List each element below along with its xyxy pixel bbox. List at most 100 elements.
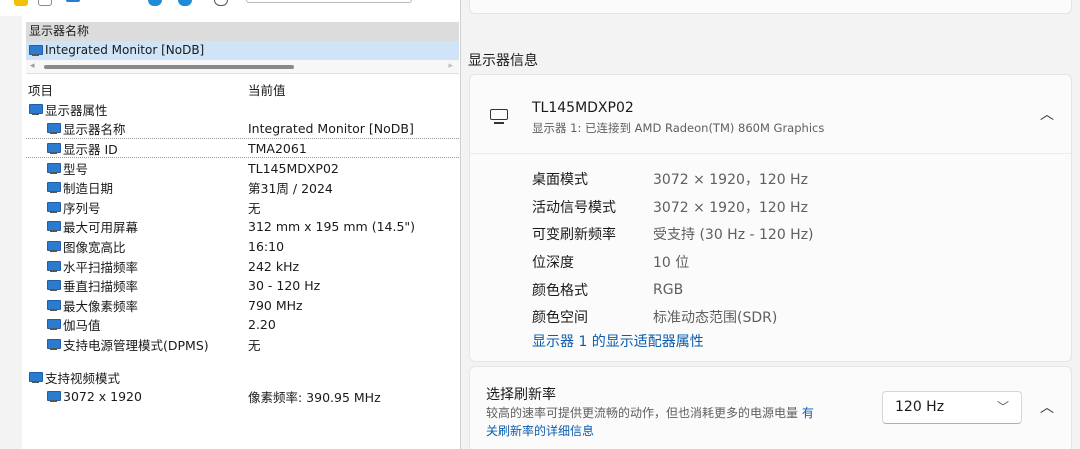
table-row[interactable]: 支持电源管理模式(DPMS) 无 bbox=[26, 335, 459, 355]
property-value: 3072 × 1920，120 Hz bbox=[653, 171, 808, 188]
row-value: 2.20 bbox=[248, 317, 276, 333]
monitor-icon bbox=[46, 280, 61, 292]
search-input[interactable] bbox=[246, 0, 412, 3]
scrollbar-thumb[interactable] bbox=[44, 65, 294, 69]
monitor-icon bbox=[46, 162, 61, 174]
table-row[interactable]: 最大像素频率 790 MHz bbox=[26, 296, 459, 316]
monitor-icon bbox=[28, 45, 43, 56]
tree-group[interactable]: 显示器属性 bbox=[26, 100, 459, 120]
row-value: 无 bbox=[248, 200, 261, 216]
property-row: 颜色空间 标准动态范围(SDR) bbox=[532, 303, 814, 331]
property-label: 活动信号模式 bbox=[532, 199, 616, 216]
table-row[interactable]: 最大可用屏幕 312 mm x 195 mm (14.5") bbox=[26, 217, 459, 237]
row-label: 显示器名称 bbox=[63, 121, 126, 137]
chevron-up-icon[interactable]: ︿ bbox=[1040, 104, 1054, 124]
refresh-icon[interactable] bbox=[148, 0, 162, 6]
property-row: 桌面模式 3072 × 1920，120 Hz bbox=[532, 165, 814, 193]
column-header-item[interactable]: 项目 bbox=[26, 80, 248, 99]
row-value: 像素频率: 390.95 MHz bbox=[248, 390, 381, 406]
refresh-rate-description: 较高的速率可提供更流畅的动作，但也消耗更多的电源电量 有关刷新率的详细信息 bbox=[486, 404, 866, 440]
property-value: 10 位 bbox=[653, 254, 690, 271]
row-label: 支持电源管理模式(DPMS) bbox=[63, 338, 209, 354]
monitor-icon bbox=[46, 182, 61, 194]
monitor-icon bbox=[46, 201, 61, 213]
monitor-list: 显示器名称 Integrated Monitor [NoDB] ◂ ▸ bbox=[26, 22, 459, 74]
property-label: 颜色格式 bbox=[532, 282, 588, 299]
display-subtitle: 显示器 1: 已连接到 AMD Radeon(TM) 860M Graphics bbox=[532, 121, 825, 135]
refresh-rate-desc-text: 较高的速率可提供更流畅的动作，但也消耗更多的电源电量 bbox=[486, 406, 799, 420]
row-label: 制造日期 bbox=[63, 181, 114, 197]
row-label: 最大像素频率 bbox=[63, 298, 139, 314]
chevron-down-icon: ﹀ bbox=[996, 400, 1009, 414]
property-row: 可变刷新频率 受支持 (30 Hz - 120 Hz) bbox=[532, 220, 814, 248]
table-row[interactable]: 型号 TL145MDXP02 bbox=[26, 158, 459, 178]
table-row[interactable]: 序列号 无 bbox=[26, 198, 459, 218]
adapter-properties-link[interactable]: 显示器 1 的显示适配器属性 bbox=[532, 331, 704, 351]
previous-card bbox=[469, 0, 1072, 14]
property-label: 可变刷新频率 bbox=[532, 227, 616, 244]
property-row: 活动信号模式 3072 × 1920，120 Hz bbox=[532, 193, 814, 221]
horizontal-scrollbar[interactable]: ◂ ▸ bbox=[26, 60, 459, 74]
lightbulb-icon[interactable] bbox=[14, 0, 28, 6]
row-value: 16:10 bbox=[248, 239, 285, 255]
refresh-rate-title: 选择刷新率 bbox=[486, 387, 556, 403]
group-label: 显示器属性 bbox=[45, 102, 108, 118]
row-label: 垂直扫描频率 bbox=[63, 279, 139, 295]
monitor-list-item[interactable]: Integrated Monitor [NoDB] bbox=[26, 41, 459, 60]
property-value: 受支持 (30 Hz - 120 Hz) bbox=[653, 227, 814, 244]
monitor-icon bbox=[28, 103, 43, 115]
table-row[interactable]: 水平扫描频率 242 kHz bbox=[26, 256, 459, 276]
scroll-left-icon[interactable]: ◂ bbox=[30, 61, 35, 71]
scroll-right-icon[interactable]: ▸ bbox=[448, 61, 453, 71]
row-value: TL145MDXP02 bbox=[248, 160, 339, 176]
property-row: 颜色格式 RGB bbox=[532, 276, 814, 304]
monitor-list-item-label: Integrated Monitor [NoDB] bbox=[45, 43, 205, 57]
refresh-rate-dropdown[interactable]: 120 Hz ﹀ bbox=[882, 391, 1022, 424]
table-row[interactable]: 制造日期 第31周 / 2024 bbox=[26, 178, 459, 198]
row-value: Integrated Monitor [NoDB] bbox=[248, 120, 414, 136]
monitor-icon bbox=[46, 241, 61, 253]
table-row[interactable]: 3072 x 1920 像素频率: 390.95 MHz bbox=[26, 387, 459, 407]
monitor-list-header: 显示器名称 bbox=[26, 22, 459, 41]
display-properties: 桌面模式 3072 × 1920，120 Hz 活动信号模式 3072 × 19… bbox=[532, 165, 814, 331]
row-label: 3072 x 1920 bbox=[63, 389, 142, 405]
monitor-icon bbox=[46, 299, 61, 311]
property-label: 位深度 bbox=[532, 254, 574, 271]
monitor-icon bbox=[46, 319, 61, 331]
monitor-icon bbox=[46, 221, 61, 233]
row-value: 无 bbox=[248, 338, 261, 354]
display-card-header[interactable]: TL145MDXP02 显示器 1: 已连接到 AMD Radeon(TM) 8… bbox=[470, 75, 1071, 154]
property-row: 位深度 10 位 bbox=[532, 248, 814, 276]
refresh-rate-card: 选择刷新率 较高的速率可提供更流畅的动作，但也消耗更多的电源电量 有关刷新率的详… bbox=[469, 366, 1072, 449]
row-value: 242 kHz bbox=[248, 258, 300, 274]
monitor-icon bbox=[46, 391, 61, 403]
chart-icon[interactable] bbox=[66, 0, 80, 2]
refresh-rate-selected: 120 Hz bbox=[895, 399, 945, 415]
table-row[interactable]: 图像宽高比 16:10 bbox=[26, 237, 459, 257]
monitor-icon bbox=[46, 142, 61, 154]
document-icon[interactable] bbox=[38, 0, 52, 6]
monitor-icon bbox=[46, 260, 61, 272]
chevron-up-icon[interactable]: ︿ bbox=[1040, 397, 1054, 417]
row-label: 型号 bbox=[63, 161, 89, 177]
table-row[interactable]: 伽马值 2.20 bbox=[26, 315, 459, 335]
property-value: 标准动态范围(SDR) bbox=[653, 310, 778, 327]
user-icon[interactable] bbox=[214, 0, 228, 6]
row-label: 显示器 ID bbox=[63, 141, 118, 157]
monitor-icon bbox=[46, 122, 61, 134]
property-label: 颜色空间 bbox=[532, 310, 588, 327]
display-name: TL145MDXP02 bbox=[532, 100, 634, 116]
table-row[interactable]: 显示器 ID TMA2061 bbox=[26, 139, 459, 159]
settings-panel: 显示器信息 TL145MDXP02 显示器 1: 已连接到 AMD Radeon… bbox=[461, 0, 1080, 449]
toolbar bbox=[0, 0, 460, 16]
column-header-value[interactable]: 当前值 bbox=[248, 80, 459, 99]
tree-group[interactable]: 支持视频模式 bbox=[26, 367, 459, 387]
property-value: 3072 × 1920，120 Hz bbox=[653, 199, 808, 216]
network-icon[interactable] bbox=[178, 0, 192, 6]
nav-strip bbox=[0, 16, 22, 449]
monitor-icon bbox=[46, 339, 61, 351]
row-label: 伽马值 bbox=[63, 318, 101, 334]
table-row[interactable]: 显示器名称 Integrated Monitor [NoDB] bbox=[26, 119, 459, 139]
display-info-card: TL145MDXP02 显示器 1: 已连接到 AMD Radeon(TM) 8… bbox=[469, 74, 1072, 362]
table-row[interactable]: 垂直扫描频率 30 - 120 Hz bbox=[26, 276, 459, 296]
